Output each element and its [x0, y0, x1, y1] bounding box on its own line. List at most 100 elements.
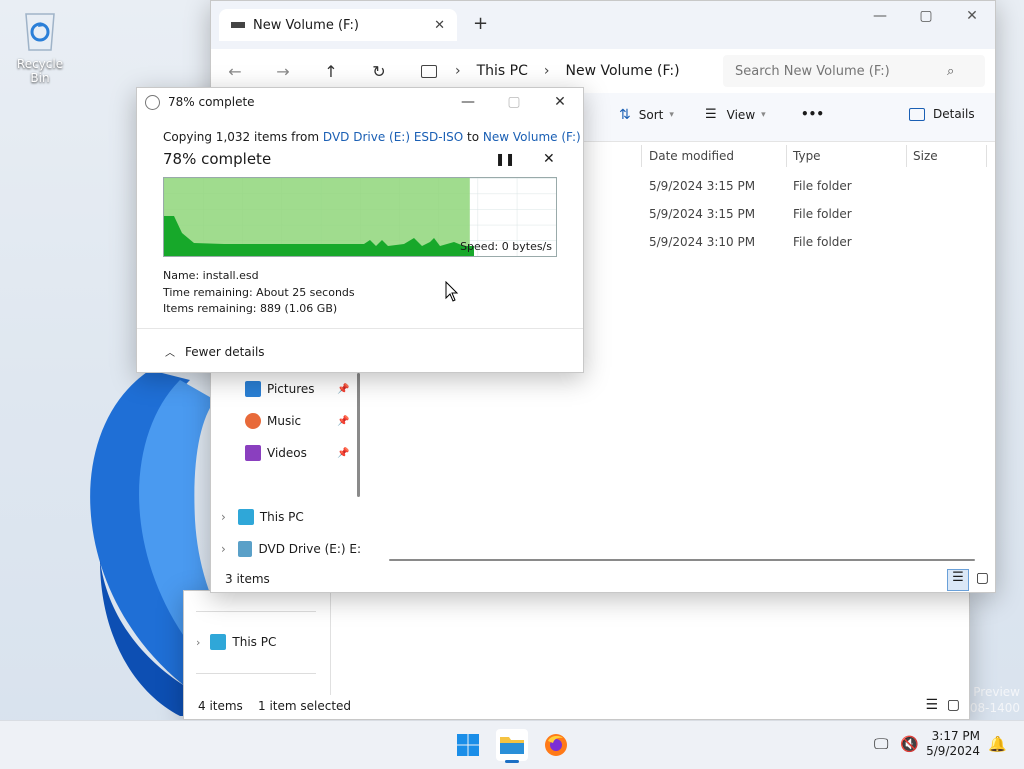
transfer-speed-graph: Speed: 0 bytes/s [163, 177, 557, 257]
horizontal-scrollbar[interactable] [389, 559, 975, 561]
file-name: install.esd [202, 269, 259, 282]
tab-close-icon[interactable]: ✕ [434, 18, 445, 33]
tab-new-volume[interactable]: New Volume (F:) ✕ [219, 9, 457, 41]
title-bar: New Volume (F:) ✕ + — ▢ ✕ [211, 1, 995, 49]
chevron-right-icon: › [543, 63, 550, 79]
maximize-button[interactable]: ▢ [903, 1, 949, 31]
view-icon: ☰ [705, 107, 717, 122]
copy-progress-dialog[interactable]: 78% complete — ▢ ✕ Copying 1,032 items f… [136, 87, 584, 373]
new-tab-button[interactable]: + [473, 13, 488, 34]
chevron-right-icon: › [221, 510, 226, 524]
music-icon [245, 413, 261, 429]
search-box[interactable]: ⌕ [723, 55, 985, 87]
sidebar-scrollbar[interactable] [357, 373, 360, 497]
divider [196, 611, 316, 612]
minimize-button[interactable]: — [857, 1, 903, 31]
copy-description: Copying 1,032 items from DVD Drive (E:) … [163, 130, 581, 144]
sidebar-item-music[interactable]: Music 📌 [245, 407, 385, 435]
pin-icon[interactable]: 📌 [337, 416, 349, 427]
pause-button[interactable]: ❚❚ [495, 152, 515, 166]
sidebar-item-this-pc[interactable]: › This PC [221, 503, 361, 531]
sidebar-item-pictures[interactable]: Pictures 📌 [245, 375, 385, 403]
notification-bell-icon[interactable]: 🔔 [988, 735, 1007, 753]
chevron-right-icon: › [221, 542, 226, 556]
close-button[interactable]: ✕ [537, 88, 583, 116]
taskbar: 🖵 🔇 3:17 PM 5/9/2024 🔔 [0, 720, 1024, 769]
videos-icon [245, 445, 261, 461]
tiles-view-icon[interactable]: ▢ [947, 697, 960, 713]
column-type[interactable]: Type [793, 149, 821, 163]
monitor-icon [210, 634, 227, 650]
firefox-icon [545, 734, 567, 756]
clock[interactable]: 3:17 PM 5/9/2024 [926, 729, 980, 759]
refresh-button[interactable]: ↻ [355, 53, 403, 89]
chevron-right-icon: › [455, 63, 461, 79]
progress-heading: 78% complete [163, 150, 272, 168]
pictures-icon [245, 381, 261, 397]
maximize-button[interactable]: ▢ [491, 88, 537, 116]
recycle-bin[interactable]: Recycle Bin [6, 8, 74, 85]
destination-link[interactable]: New Volume (F:) [483, 130, 581, 144]
file-explorer-taskbar-button[interactable] [496, 729, 528, 763]
windows-logo-icon [457, 734, 479, 756]
close-button[interactable]: ✕ [949, 1, 995, 31]
table-row[interactable]: 5/9/2024 3:15 PM File folder [641, 173, 995, 201]
speed-label: Speed: 0 bytes/s [460, 240, 552, 253]
minimize-button[interactable]: — [445, 88, 491, 116]
folder-icon [500, 737, 524, 754]
breadcrumb-new-volume[interactable]: New Volume (F:) [566, 63, 680, 79]
sort-icon: ⇅ [619, 107, 631, 123]
sidebar-item-this-pc[interactable]: › This PC [196, 628, 336, 656]
up-button[interactable]: ↑ [307, 53, 355, 89]
details-view-icon[interactable]: ☰ [925, 697, 938, 713]
monitor-icon [237, 509, 254, 525]
clock-icon [145, 94, 160, 110]
monitor-icon [421, 64, 437, 78]
source-link[interactable]: DVD Drive (E:) ESD-ISO [323, 130, 463, 144]
details-view-icon[interactable]: ☰ [947, 569, 969, 591]
divider [196, 673, 316, 674]
tiles-view-icon[interactable]: ▢ [976, 570, 989, 586]
breadcrumb-this-pc[interactable]: This PC [477, 63, 528, 79]
view-button[interactable]: ☰ View ▾ [705, 107, 766, 122]
status-bar: 3 items ☰ ▢ [211, 568, 995, 592]
sidebar-item-dvd-drive[interactable]: › DVD Drive (E:) E: [221, 535, 361, 563]
time-remaining: About 25 seconds [256, 285, 355, 299]
mouse-cursor-icon [445, 281, 459, 302]
sidebar-item-videos[interactable]: Videos 📌 [245, 439, 385, 467]
details-pane-button[interactable]: Details [909, 107, 975, 121]
back-button[interactable]: ← [211, 53, 259, 89]
active-indicator [505, 760, 519, 763]
drive-icon [231, 22, 245, 28]
chevron-down-icon: ▾ [669, 110, 674, 120]
chevron-up-icon: ︿ [165, 348, 175, 359]
forward-button[interactable]: → [259, 53, 307, 89]
table-row[interactable]: 5/9/2024 3:15 PM File folder [641, 201, 995, 229]
address-bar[interactable]: › This PC › New Volume (F:) [421, 55, 719, 87]
volume-muted-icon[interactable]: 🔇 [900, 735, 919, 753]
items-remaining: 889 (1.06 GB) [260, 302, 338, 315]
pin-icon[interactable]: 📌 [337, 448, 349, 459]
sort-button[interactable]: ⇅ Sort ▾ [619, 107, 674, 123]
firefox-taskbar-button[interactable] [540, 729, 572, 761]
divider [137, 328, 583, 329]
dvd-drive-icon [237, 541, 253, 557]
recycle-bin-icon [25, 13, 55, 51]
dialog-title: 78% complete [168, 95, 255, 109]
search-input[interactable] [733, 62, 947, 80]
network-icon[interactable]: 🖵 [874, 735, 888, 753]
more-options-button[interactable]: ••• [801, 107, 824, 121]
fewer-details-button[interactable]: ︿ Fewer details [165, 344, 265, 360]
pin-icon[interactable]: 📌 [337, 384, 349, 395]
explorer-window-back[interactable]: › This PC 4 items 1 item selected ☰ ▢ [183, 590, 970, 720]
start-button[interactable] [452, 729, 484, 761]
chevron-down-icon: ▾ [761, 109, 766, 120]
cancel-copy-button[interactable]: ✕ [543, 151, 555, 167]
details-pane-icon [909, 107, 925, 121]
column-headers: Date modified Type Size [641, 141, 995, 171]
search-icon[interactable]: ⌕ [947, 64, 954, 79]
column-size[interactable]: Size [913, 149, 938, 163]
table-row[interactable]: 5/9/2024 3:10 PM File folder [641, 229, 995, 257]
column-date-modified[interactable]: Date modified [649, 149, 734, 163]
recycle-bin-label: Recycle Bin [16, 57, 64, 85]
